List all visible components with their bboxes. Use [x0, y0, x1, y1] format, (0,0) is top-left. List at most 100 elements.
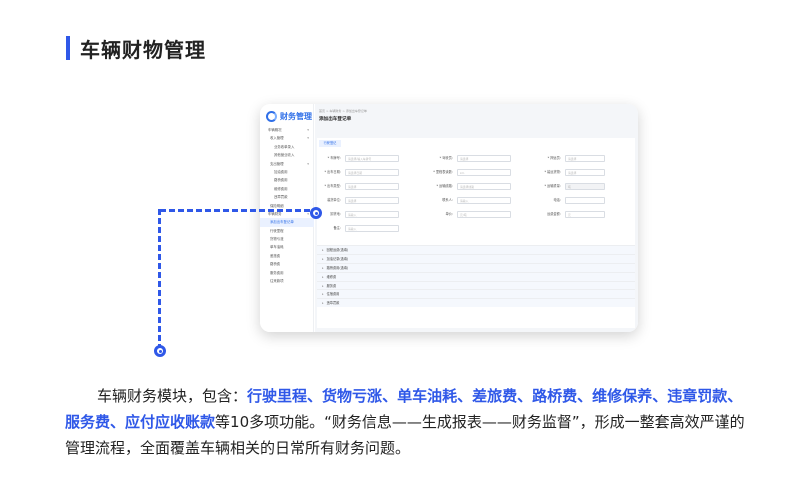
field-input[interactable]: 请选择 — [345, 183, 399, 190]
tab-driving-record[interactable]: 行驶登记 — [319, 140, 341, 147]
sidebar-item[interactable]: 行驶里程 — [260, 227, 314, 235]
sidebar-item[interactable]: 加油费用 — [260, 168, 314, 176]
accordion-section[interactable]: ▸ 维修费 — [317, 271, 635, 281]
field-input[interactable]: 请选择 — [565, 169, 605, 176]
field-input[interactable]: km — [457, 169, 511, 176]
accordion-section[interactable]: ▸ 违章罚款 — [317, 298, 635, 308]
sidebar-item-label: 车辆财务 — [268, 211, 282, 216]
accordion-label: 维修费 — [326, 274, 337, 279]
feature-highlight: 违章罚款 — [667, 387, 728, 405]
sidebar-item[interactable]: 业务收单录入 — [260, 143, 314, 151]
feature-highlight: 单车油耗 — [397, 387, 458, 405]
field-label: * 里程表读数： — [433, 170, 455, 174]
field-input[interactable]: 请选择/输入车牌号 — [345, 155, 399, 162]
description-lead: 车辆财务模块，包含： — [97, 387, 248, 405]
sidebar-item[interactable]: 路桥费 — [260, 260, 314, 268]
field-label: * 出车类型： — [324, 184, 343, 188]
field-input[interactable]: 吨 — [565, 183, 605, 190]
sidebar-item-label: 支出管理 — [270, 161, 284, 166]
field-label: 联系人： — [442, 198, 455, 202]
sidebar-item-label: 业务收单录入 — [274, 144, 295, 149]
accordion-label: 加油记录(选填) — [326, 256, 349, 261]
sidebar-item-label: 路桥费用 — [274, 178, 288, 183]
accordion-section[interactable]: ▸ 回程运费(选填) — [317, 245, 635, 254]
accordion-label: 路桥费用(选填) — [326, 265, 349, 270]
highlight-separator: 、 — [457, 387, 473, 405]
field-label: 电话： — [553, 198, 563, 202]
form-row: 卸货地： 请输入 单价： 元/吨 运费金额：元 — [317, 210, 635, 219]
sidebar-item[interactable]: 单车油耗 — [260, 243, 314, 251]
field-input[interactable]: 元 — [565, 211, 605, 218]
field-label: * 装运货物： — [544, 170, 563, 174]
form-row: * 车牌号： 请选择/输入车牌号 * 驾驶员： 请选择 * 押运员： 请选择 — [317, 154, 635, 163]
section-heading: 车辆财物管理 — [66, 35, 206, 62]
chevron-down-icon: ▾ — [307, 161, 309, 166]
sidebar-item[interactable]: 路桥费用 — [260, 176, 314, 184]
sidebar-item-label: 服务费用 — [270, 270, 284, 275]
form-row: 备注： 请输入 — [317, 224, 635, 233]
feature-highlight: 服务费 — [65, 413, 111, 431]
sidebar-item[interactable]: 支出管理 ▾ — [260, 160, 314, 168]
field-input[interactable]: 请选择 — [345, 197, 399, 204]
app-main: 首页 > 车辆财务 > 添加出车登记单 添加出车登记单 行驶登记 * 车牌号：请… — [315, 104, 638, 332]
feature-highlight: 应付应收账款 — [125, 413, 216, 431]
field-input[interactable]: 元/吨 — [457, 211, 511, 218]
feature-highlight: 货物亏涨 — [322, 387, 383, 405]
field-input[interactable]: 请输入 — [345, 211, 399, 218]
sidebar-item[interactable]: 收入管理 ▾ — [260, 134, 314, 142]
highlight-separator: 、 — [727, 387, 743, 405]
accordion-label: 住宿费用 — [326, 292, 340, 297]
accordion-section[interactable]: ▸ 住宿费用 — [317, 289, 635, 299]
app-logo: 财务管理 — [266, 109, 312, 123]
sidebar-item[interactable]: 车辆概况 ▾ — [260, 126, 314, 134]
sidebar-item[interactable]: 服务费用 — [260, 269, 314, 277]
accordion-section[interactable]: ▸ 服务费 — [317, 280, 635, 290]
accordion-label: 服务费 — [326, 283, 337, 288]
highlight-separator: 、 — [307, 387, 323, 405]
field-label: * 出车日期： — [324, 170, 343, 174]
field-label: * 押运员： — [547, 156, 563, 160]
field-input[interactable]: 请选择日期 — [345, 169, 399, 176]
field-input[interactable]: 请输入 — [345, 225, 399, 232]
chevron-down-icon: ▾ — [307, 128, 309, 132]
chevron-right-icon: ▸ — [322, 274, 324, 279]
breadcrumb[interactable]: 首页 > 车辆财务 > 添加出车登记单 — [319, 109, 367, 113]
sidebar-item[interactable]: 往来款项 — [260, 277, 314, 285]
sidebar-item-label: 加油费用 — [274, 169, 288, 174]
chevron-right-icon: ▸ — [322, 283, 324, 288]
chevron-right-icon: ▸ — [322, 265, 324, 270]
accordion-label: 回程运费(选填) — [326, 248, 349, 252]
field-input[interactable]: 请选择 — [457, 155, 511, 162]
feature-highlight: 路桥费 — [532, 387, 578, 405]
field-label: * 运输线路： — [436, 184, 455, 188]
form-panel: 行驶登记 * 车牌号： 请选择/输入车牌号 * 驾驶员： 请选择 * 押运员： 请选择 * … — [317, 138, 635, 328]
logo-text: 财务管理 — [280, 111, 312, 121]
form-row: 装货单位： 请选择 联系人： 请输入 电话： — [317, 196, 635, 205]
connector-line-vertical — [158, 209, 161, 350]
sidebar-item[interactable]: 维修费用 — [260, 185, 314, 193]
sidebar-item[interactable]: 其他营业收入 — [260, 151, 314, 159]
field-label: 装货单位： — [327, 198, 343, 202]
highlight-separator: 、 — [110, 413, 126, 431]
module-description: 车辆财务模块，包含：行驶里程、货物亏涨、单车油耗、差旅费、路桥费、维修保养、违章… — [65, 383, 745, 461]
highlight-separator: 、 — [382, 387, 398, 405]
chevron-down-icon: ▾ — [307, 136, 309, 141]
accordion-section[interactable]: ▸ 路桥费用(选填) — [317, 262, 635, 272]
connector-dot-icon — [310, 207, 322, 219]
sidebar-item[interactable]: 添加出车登记单 — [260, 218, 314, 227]
field-input[interactable]: 请输入 — [457, 197, 511, 204]
field-input[interactable]: 请选择 — [565, 155, 605, 162]
sidebar-item-label: 其他营业收入 — [274, 153, 295, 158]
sidebar-item-label: 保险明细 — [270, 203, 284, 208]
sidebar-item-label: 差旅费 — [270, 253, 281, 258]
field-input[interactable]: 请选择线路 — [457, 183, 511, 190]
sidebar-item[interactable]: 货物亏涨 — [260, 235, 314, 243]
field-label: * 运输重量： — [544, 184, 563, 188]
field-label: * 驾驶员： — [439, 156, 455, 160]
sidebar-item[interactable]: 差旅费 — [260, 252, 314, 260]
field-input[interactable] — [565, 197, 605, 204]
sidebar-item-label: 货物亏涨 — [270, 237, 284, 242]
sidebar-item[interactable]: 违章罚款 — [260, 193, 314, 201]
accordion-section[interactable]: ▸ 加油记录(选填) — [317, 253, 635, 263]
sidebar-item-label: 单车油耗 — [270, 245, 284, 250]
